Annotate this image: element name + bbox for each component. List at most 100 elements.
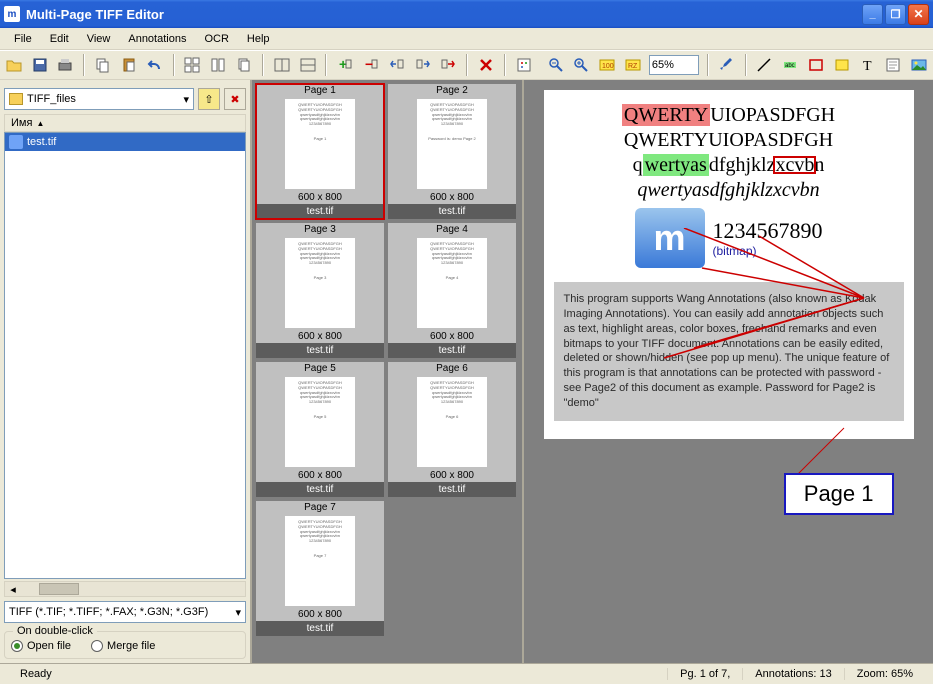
annotation-text-box[interactable]: This program supports Wang Annotations (… [554,282,904,421]
menu-file[interactable]: File [6,31,40,47]
svg-text:−: − [365,57,373,72]
document-page: QWERTYUIOPASDFGH QWERTYUIOPASDFGH qwerty… [544,90,914,439]
h-scrollbar[interactable]: ◂ [4,581,246,597]
thumb-preview: QWERTYUIOPASDFGHQWERTYUIOPASDFGHqwertyas… [285,238,355,328]
thumbnail-page-1[interactable]: Page 1QWERTYUIOPASDFGHQWERTYUIOPASDFGHqw… [256,84,384,219]
strike-annotation[interactable]: xcvb [775,154,814,176]
svg-text:T: T [863,59,872,73]
status-ready: Ready [8,668,667,680]
file-list[interactable]: test.tif [4,132,246,579]
rect-outline-tool[interactable] [806,53,826,77]
undo-button[interactable] [145,53,165,77]
thumb-dimensions: 600 x 800 [388,191,516,204]
export-page-button[interactable] [438,53,458,77]
highlight-red[interactable]: QWERTY [622,104,710,126]
thumbnails-button[interactable] [183,53,203,77]
tiff-file-icon [9,135,23,149]
zoom-input[interactable] [649,55,699,75]
close-button[interactable]: ✕ [908,4,929,25]
thumb-dimensions: 600 x 800 [388,330,516,343]
folder-name: TIFF_files [27,93,76,105]
menu-view[interactable]: View [79,31,119,47]
svg-text:RZ: RZ [628,63,638,70]
paste-button[interactable] [119,53,139,77]
doc-line-2: QWERTYUIOPASDFGH [544,129,914,152]
open-button[interactable] [4,53,24,77]
scanner-button[interactable] [56,53,76,77]
move-right-button[interactable] [413,53,433,77]
group-legend: On double-click [13,625,97,637]
zoom-fit-button[interactable]: RZ [623,53,643,77]
file-list-header[interactable]: Имя▲ [4,114,246,132]
cancel-folder-button[interactable]: ✖ [224,88,246,110]
thumb-filename: test.tif [388,482,516,497]
thumb-filename: test.tif [256,482,384,497]
zoom-in-button[interactable] [572,53,592,77]
rect-fill-tool[interactable] [832,53,852,77]
main-toolbar: + − 100 RZ abc T [0,50,933,80]
split-h-button[interactable] [272,53,292,77]
maximize-button[interactable]: ❐ [885,4,906,25]
text-tool[interactable]: T [858,53,878,77]
menu-edit[interactable]: Edit [42,31,77,47]
thumb-title: Page 1 [256,84,384,97]
thumb-preview: QWERTYUIOPASDFGHQWERTYUIOPASDFGHqwertyas… [417,238,487,328]
thumb-title: Page 4 [388,223,516,236]
thumbnail-page-6[interactable]: Page 6QWERTYUIOPASDFGHQWERTYUIOPASDFGHqw… [388,362,516,497]
page-number-annotation[interactable]: Page 1 [784,473,894,515]
thumb-filename: test.tif [256,343,384,358]
thumb-filename: test.tif [256,204,384,219]
thumb-filename: test.tif [388,343,516,358]
thumbnail-page-5[interactable]: Page 5QWERTYUIOPASDFGHQWERTYUIOPASDFGHqw… [256,362,384,497]
save-button[interactable] [30,53,50,77]
zoom-out-button[interactable] [546,53,566,77]
remove-page-button[interactable]: − [361,53,381,77]
menubar: FileEditViewAnnotationsOCRHelp [0,28,933,50]
filetype-filter[interactable]: TIFF (*.TIF; *.TIFF; *.FAX; *.G3N; *.G3F… [4,601,246,623]
thumbnail-page-4[interactable]: Page 4 QWERTYUIOPASDFGHQWERTYUIOPASDFGHqw… [388,223,516,358]
copy-button[interactable] [93,53,113,77]
thumb-dimensions: 600 x 800 [256,469,384,482]
folder-select[interactable]: TIFF_files ▾ [4,88,194,110]
add-page-button[interactable]: + [335,53,355,77]
status-zoom: Zoom: 65% [844,668,925,680]
split-v-button[interactable] [298,53,318,77]
note-tool[interactable] [883,53,903,77]
thumbnail-page-7[interactable]: Page 7QWERTYUIOPASDFGHQWERTYUIOPASDFGHqw… [256,501,384,636]
viewer-pane[interactable]: QWERTYUIOPASDFGH QWERTYUIOPASDFGH qwerty… [524,80,933,663]
zoom-100-button[interactable]: 100 [597,53,617,77]
thumb-title: Page 6 [388,362,516,375]
menu-ocr[interactable]: OCR [196,31,236,47]
folder-icon [9,93,23,105]
pen-tool[interactable] [717,53,737,77]
move-left-button[interactable] [387,53,407,77]
thumbnails-pane[interactable]: Page 1 QWERTYUIOPASDFGHQWERTYUIOPASDFGHqw… [252,80,524,663]
thumb-preview: QWERTYUIOPASDFGHQWERTYUIOPASDFGHqwertyas… [417,99,487,189]
thumb-title: Page 5 [256,362,384,375]
up-folder-button[interactable]: ⇧ [198,88,220,110]
properties-button[interactable] [514,53,534,77]
delete-button[interactable] [476,53,496,77]
thumbnail-page-3[interactable]: Page 3QWERTYUIOPASDFGHQWERTYUIOPASDFGHqw… [256,223,384,358]
menu-help[interactable]: Help [239,31,278,47]
pages-multi-button[interactable] [208,53,228,77]
image-tool[interactable] [909,53,929,77]
highlight-tool[interactable]: abc [780,53,800,77]
file-browser-pane: TIFF_files ▾ ⇧ ✖ Имя▲ test.tif ◂ TIFF (*… [0,80,252,663]
bitmap-annotation[interactable]: m [635,208,705,268]
line-tool[interactable] [755,53,775,77]
thumb-dimensions: 600 x 800 [256,191,384,204]
open-file-radio[interactable]: Open file [11,640,71,652]
status-annotations: Annotations: 13 [742,668,843,680]
merge-file-radio[interactable]: Merge file [91,640,155,652]
file-row[interactable]: test.tif [5,133,245,151]
highlight-green[interactable]: wertyas [643,154,709,176]
double-click-group: On double-click Open file Merge file [4,631,246,659]
thumb-title: Page 7 [256,501,384,514]
bitmap-label: (bitmap) [713,244,823,258]
pages-stack-button[interactable] [234,53,254,77]
thumb-dimensions: 600 x 800 [256,330,384,343]
thumbnail-page-2[interactable]: Page 2QWERTYUIOPASDFGHQWERTYUIOPASDFGHqw… [388,84,516,219]
minimize-button[interactable]: _ [862,4,883,25]
menu-annotations[interactable]: Annotations [120,31,194,47]
